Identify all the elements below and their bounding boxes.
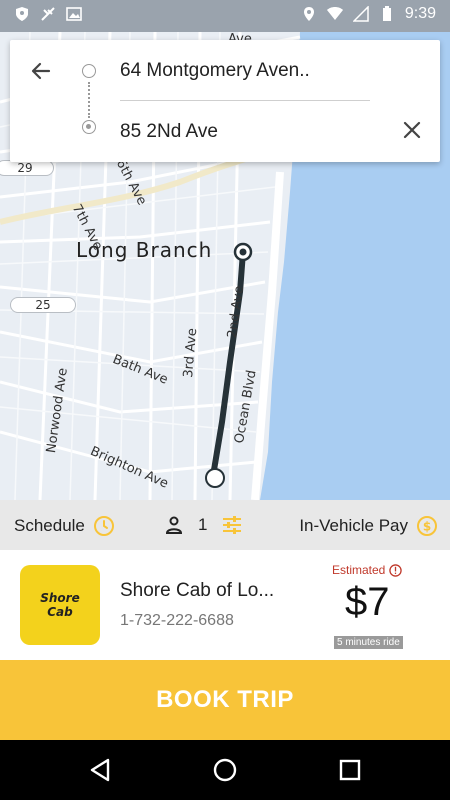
- passenger-count: 1: [198, 515, 208, 534]
- route-badge-25: 25: [10, 297, 76, 313]
- pickup-marker: [205, 468, 225, 488]
- schedule-button[interactable]: Schedule: [14, 515, 115, 537]
- address-card: 64 Montgomery Aven.. 85 2Nd Ave: [10, 40, 440, 162]
- ride-duration-badge: 5 minutes ride: [334, 636, 403, 649]
- destination-dot-icon: [82, 120, 96, 134]
- payment-label: In-Vehicle Pay: [299, 516, 408, 535]
- nav-home-icon[interactable]: [209, 754, 241, 786]
- payment-method-button[interactable]: In-Vehicle Pay $: [299, 515, 438, 537]
- satellite-icon: [41, 7, 55, 21]
- route-badge-29: 29: [0, 160, 54, 176]
- nav-back-icon[interactable]: [84, 754, 116, 786]
- provider-name: Shore Cab of Lo...: [120, 580, 275, 601]
- android-nav-bar: [0, 740, 450, 800]
- address-divider: [120, 100, 370, 101]
- provider-phone[interactable]: 1-732-222-6688: [120, 612, 234, 630]
- wifi-icon: [326, 7, 343, 20]
- book-trip-button[interactable]: BOOK TRIP: [0, 660, 450, 740]
- clock-icon: [93, 516, 114, 536]
- svg-text:$: $: [423, 520, 431, 534]
- estimated-label-group[interactable]: Estimated: [332, 563, 403, 577]
- schedule-label: Schedule: [14, 516, 85, 535]
- close-icon: [403, 121, 421, 139]
- status-bar: 9:39: [0, 0, 450, 32]
- location-icon: [303, 7, 314, 21]
- provider-logo: Shore Cab: [20, 565, 100, 645]
- pickup-dot-icon: [82, 64, 96, 78]
- info-icon[interactable]: [389, 563, 403, 577]
- route-connector: [88, 82, 90, 118]
- logo-text-line-2: Cab: [47, 605, 73, 619]
- tune-icon[interactable]: [221, 514, 243, 536]
- pickup-address[interactable]: 64 Montgomery Aven..: [120, 60, 310, 82]
- shield-icon: [16, 7, 28, 21]
- back-button[interactable]: [26, 56, 56, 86]
- estimated-label: Estimated: [332, 563, 386, 577]
- clock: 9:39: [404, 5, 436, 22]
- dollar-coin-icon: $: [417, 516, 437, 536]
- destination-address[interactable]: 85 2Nd Ave: [120, 121, 218, 143]
- fare-price: $7: [345, 580, 390, 624]
- passenger-selector[interactable]: 1: [164, 514, 243, 536]
- nav-recents-icon[interactable]: [334, 754, 366, 786]
- trip-options-bar: Schedule 1 In-Vehicle Pay $: [0, 500, 450, 550]
- provider-card[interactable]: Shore Cab Shore Cab of Lo... 1-732-222-66…: [0, 550, 450, 660]
- image-icon: [66, 7, 82, 21]
- clear-destination-button[interactable]: [400, 118, 424, 142]
- logo-text-line-1: Shore: [40, 591, 80, 605]
- person-icon: [165, 516, 183, 534]
- signal-icon: [352, 6, 369, 22]
- arrow-left-icon: [31, 62, 51, 80]
- battery-icon: [382, 6, 391, 21]
